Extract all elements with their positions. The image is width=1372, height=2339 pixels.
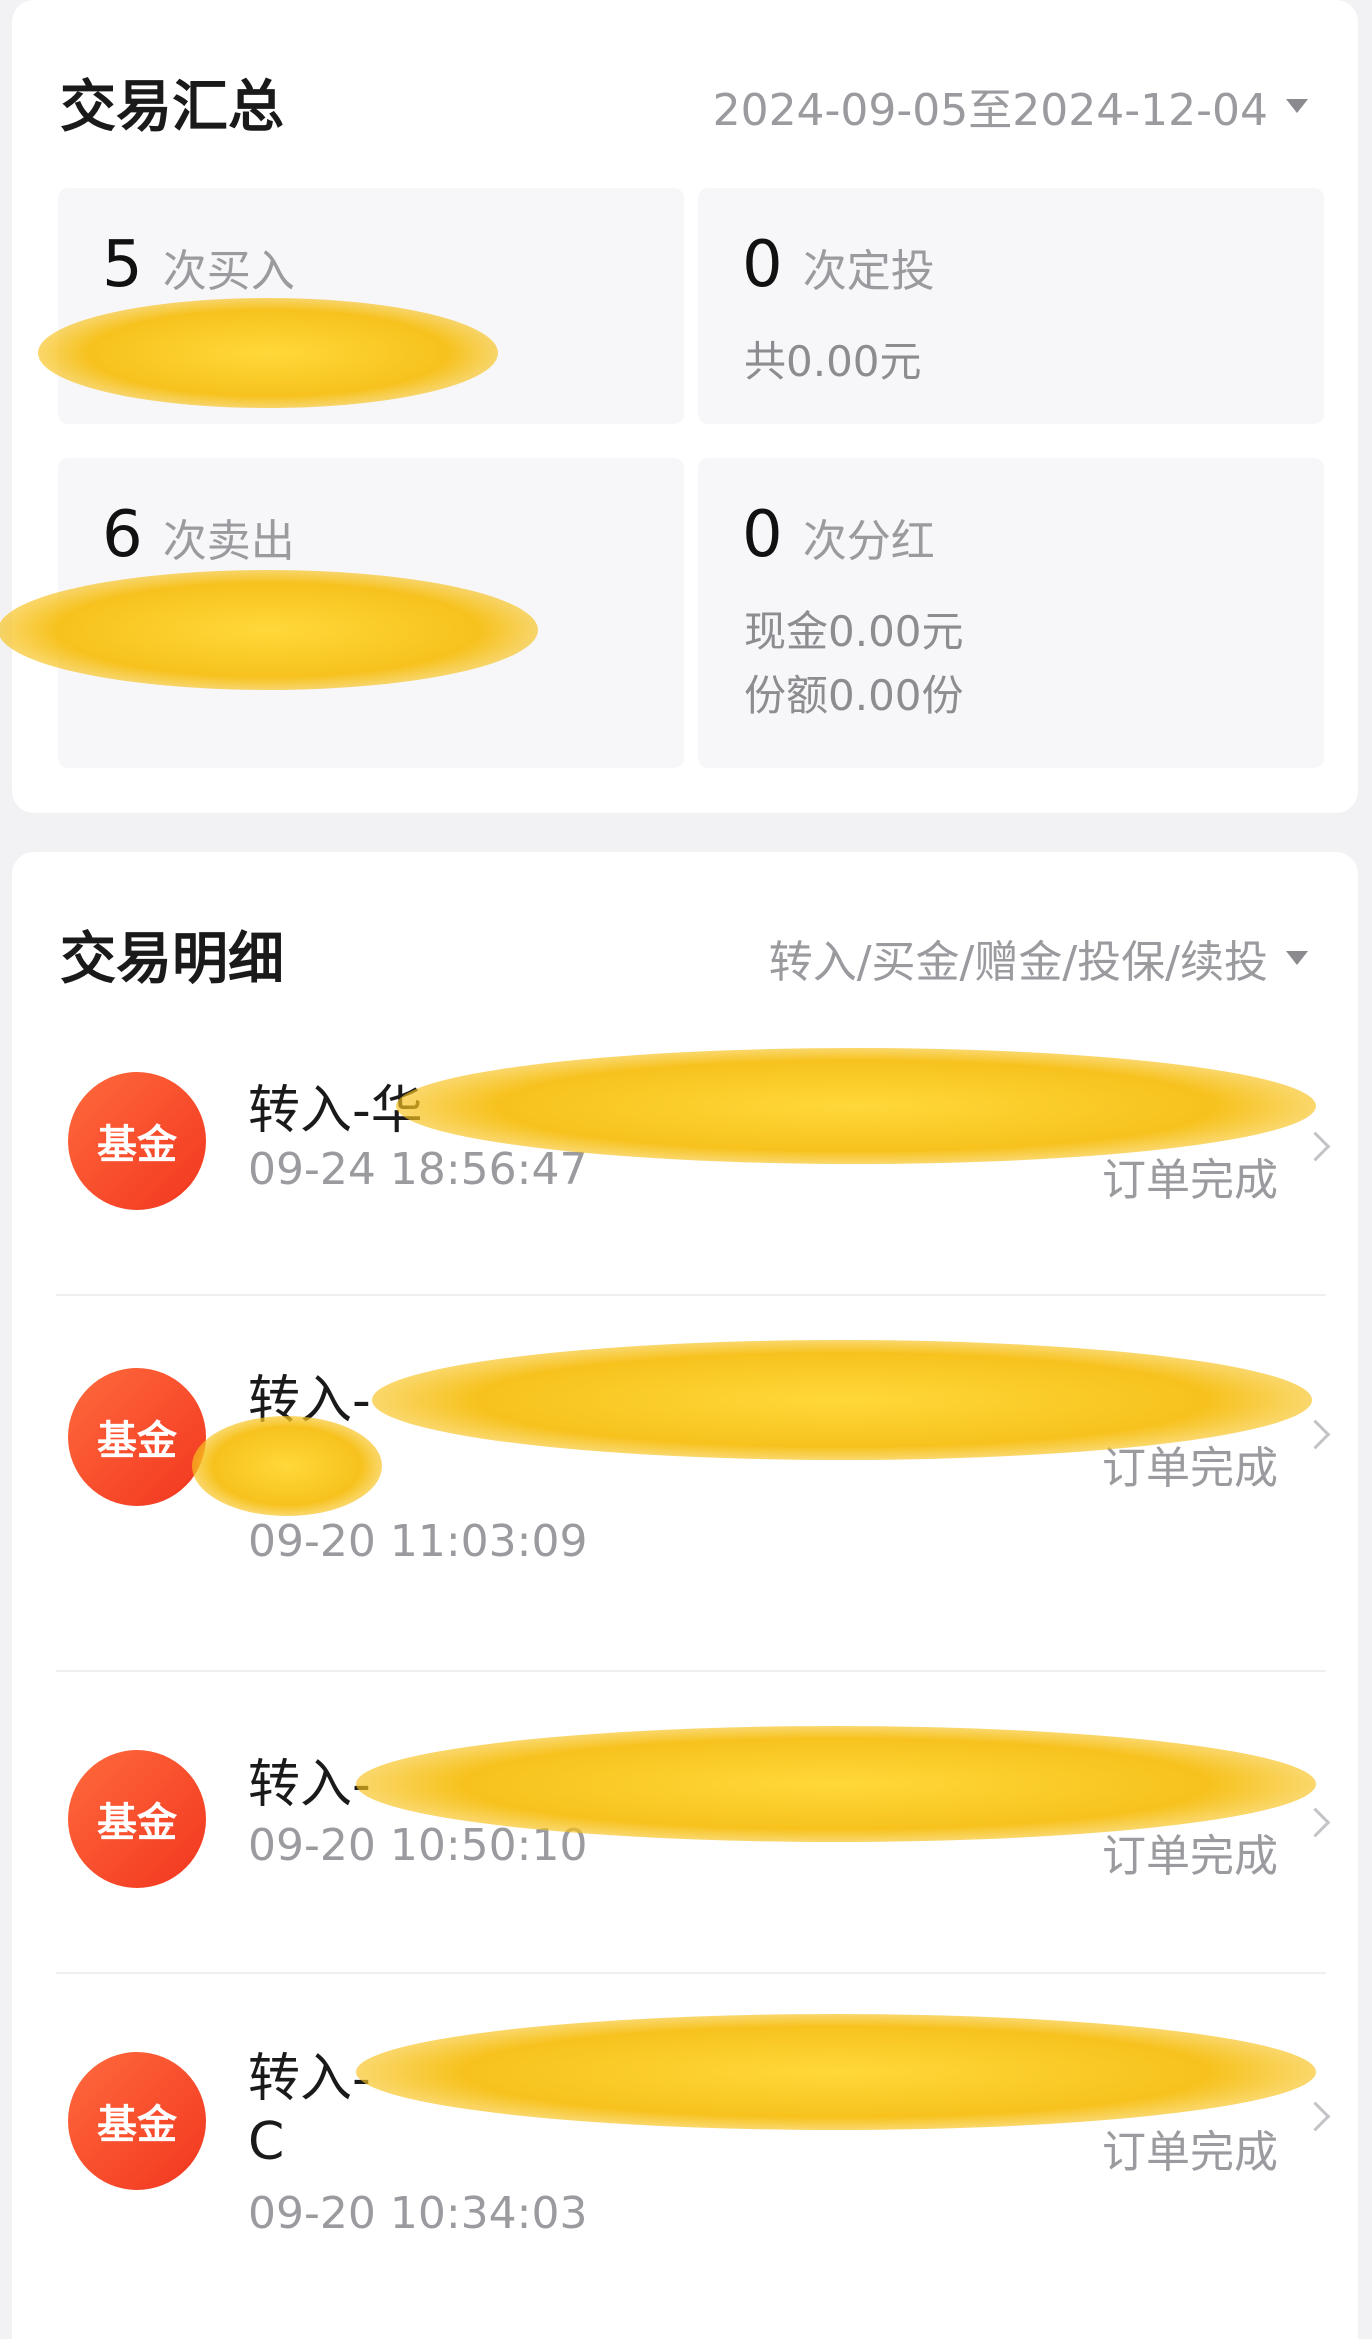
sip-count-tile[interactable]: 0 次定投 共0.00元 xyxy=(698,188,1324,424)
buy-label: 次买入 xyxy=(162,246,295,297)
detail-title: 交易明细 xyxy=(60,927,284,992)
transaction-time: 09-20 11:03:09 xyxy=(248,1516,588,1567)
dividend-cash: 现金0.00元 xyxy=(744,607,964,656)
transaction-status: 订单完成 xyxy=(1102,2127,1278,2178)
transaction-time: 09-24 18:56:47 xyxy=(248,1144,588,1195)
trade-detail-card: 交易明细 转入/买金/赠金/投保/续投 基金 转入-华 09-24 18:56:… xyxy=(12,852,1358,2339)
transaction-row[interactable]: 基金 转入-华 09-24 18:56:47 订单完成 xyxy=(56,1022,1331,1296)
type-filter-selector[interactable]: 转入/买金/赠金/投保/续投 xyxy=(769,926,1308,990)
transaction-title: 转入- xyxy=(248,1755,371,1815)
dividend-count-tile[interactable]: 0 次分红 现金0.00元 份额0.00份 xyxy=(698,458,1324,768)
date-range-text: 2024-09-05至2024-12-04 xyxy=(712,85,1268,136)
redaction-emoji-overlay xyxy=(0,570,538,690)
redaction-emoji-overlay xyxy=(356,2014,1316,2130)
fund-badge: 基金 xyxy=(68,1368,206,1506)
fund-badge: 基金 xyxy=(68,1072,206,1210)
chevron-right-icon xyxy=(1300,1131,1331,1162)
redaction-emoji-overlay xyxy=(396,1048,1316,1164)
sip-label: 次定投 xyxy=(802,246,935,297)
redaction-emoji-overlay xyxy=(356,1726,1316,1842)
caret-down-icon xyxy=(1286,99,1308,113)
buy-count-tile[interactable]: 5 次买入 xyxy=(38,188,684,424)
buy-count: 5 xyxy=(102,228,143,302)
transaction-status: 订单完成 xyxy=(1102,1155,1278,1206)
sell-label: 次卖出 xyxy=(162,516,295,567)
date-range-selector[interactable]: 2024-09-05至2024-12-04 xyxy=(713,74,1308,138)
sip-count: 0 xyxy=(742,228,783,302)
transaction-title: 转入- xyxy=(248,2049,371,2109)
redaction-emoji-overlay xyxy=(38,298,498,408)
summary-title: 交易汇总 xyxy=(60,75,284,140)
dividend-shares: 份额0.00份 xyxy=(744,671,964,720)
sell-count: 6 xyxy=(102,498,143,572)
sell-count-tile[interactable]: 6 次卖出 xyxy=(0,458,684,768)
transaction-row[interactable]: 基金 转入- C 订单完成 09-20 10:34:03 xyxy=(56,1974,1331,2334)
fund-badge: 基金 xyxy=(68,2052,206,2190)
dividend-label: 次分红 xyxy=(802,516,935,567)
sip-total: 共0.00元 xyxy=(744,337,922,386)
transaction-row[interactable]: 基金 转入- 09-20 10:50:10 订单完成 xyxy=(56,1672,1331,1974)
dividend-count: 0 xyxy=(742,498,783,572)
transaction-row[interactable]: 基金 转入- 订单完成 09-20 11:03:09 xyxy=(56,1296,1331,1672)
trade-summary-card: 交易汇总 2024-09-05至2024-12-04 5 次买入 0 次定投 共… xyxy=(0,0,1358,813)
transaction-time: 09-20 10:34:03 xyxy=(248,2188,588,2239)
chevron-right-icon xyxy=(1300,2101,1331,2132)
redaction-emoji-overlay xyxy=(372,1340,1312,1460)
caret-down-icon xyxy=(1286,951,1308,965)
transaction-title-line2: C xyxy=(248,2112,285,2172)
fund-badge: 基金 xyxy=(68,1750,206,1888)
type-filter-text: 转入/买金/赠金/投保/续投 xyxy=(768,937,1268,988)
chevron-right-icon xyxy=(1300,1419,1331,1450)
redaction-emoji-overlay xyxy=(192,1416,382,1516)
chevron-right-icon xyxy=(1300,1807,1331,1838)
